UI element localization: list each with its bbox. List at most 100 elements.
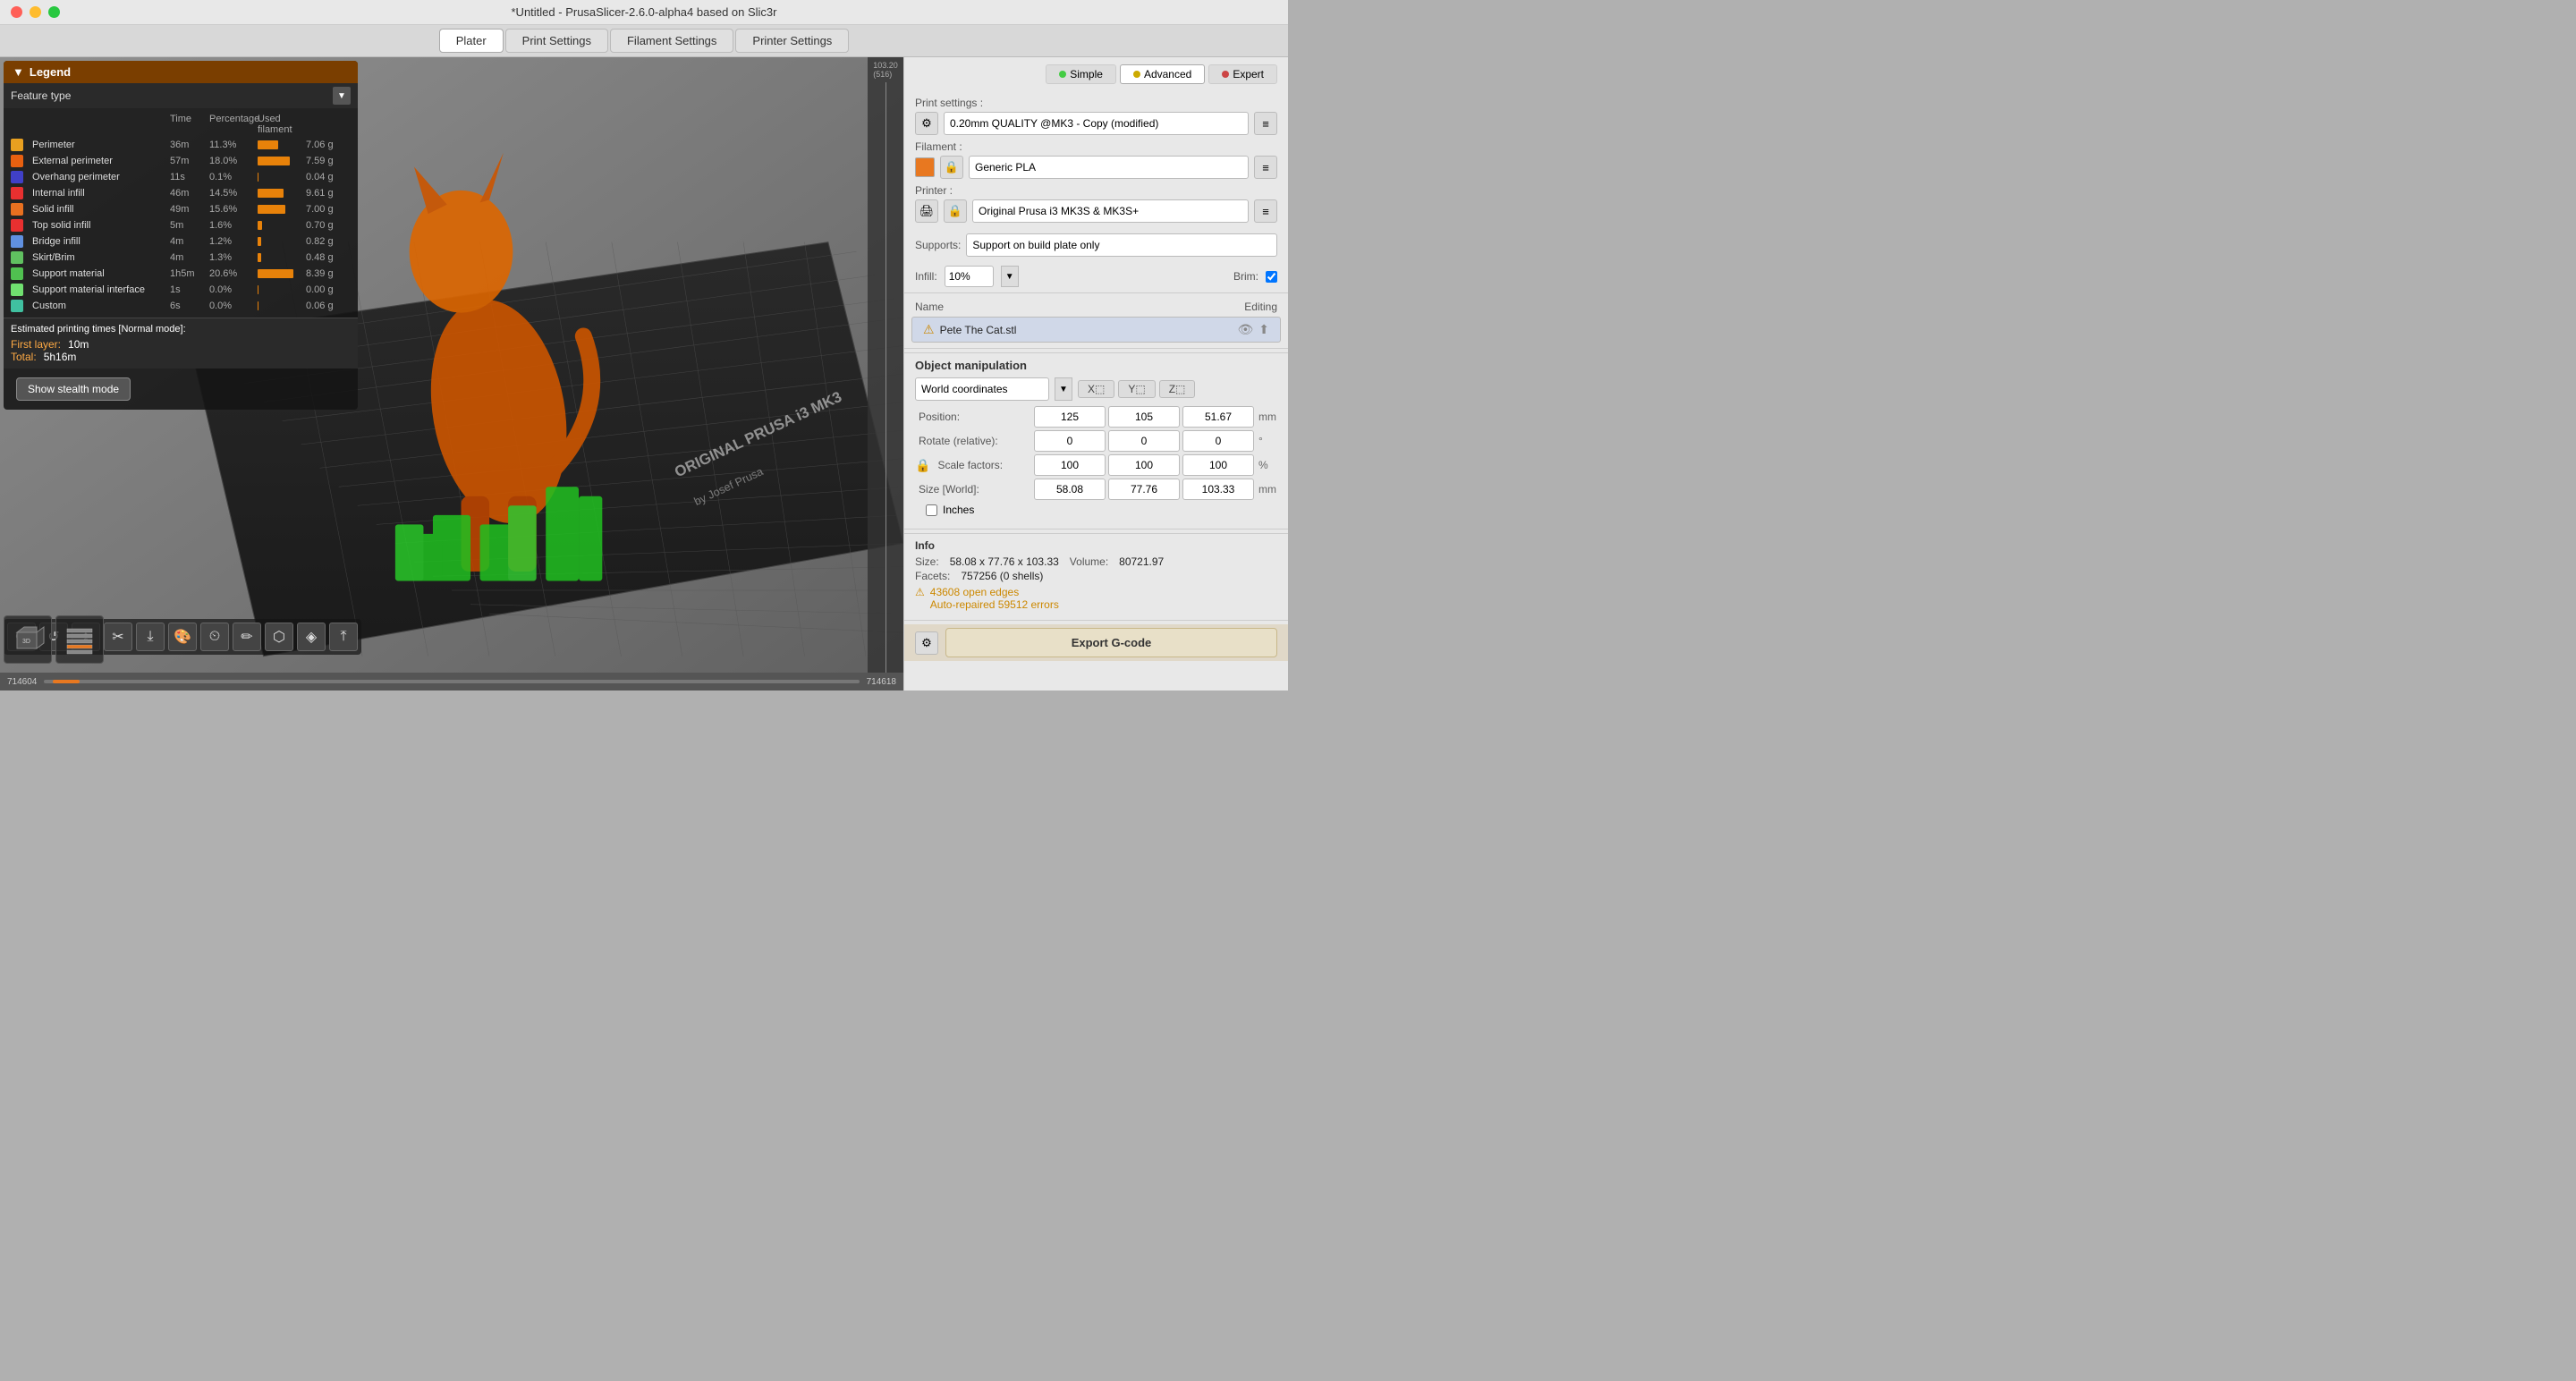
axis-y-btn[interactable]: Y⬚: [1118, 380, 1155, 398]
infill-dropdown-btn[interactable]: ▼: [1001, 266, 1019, 287]
size-y-input[interactable]: [1108, 479, 1180, 500]
scale-x-input[interactable]: [1034, 454, 1106, 476]
legend-row: Internal infill 46m 14.5% 9.61 g: [4, 185, 358, 201]
legend-row-label: External perimeter: [32, 156, 166, 166]
axis-x-btn[interactable]: X⬚: [1078, 380, 1114, 398]
mode-advanced[interactable]: Advanced: [1120, 64, 1205, 84]
printer-lock[interactable]: 🔒: [944, 199, 967, 223]
export-gcode-button[interactable]: Export G-code: [945, 628, 1277, 657]
legend-row-pct: 0.0%: [209, 301, 254, 311]
mode-expert[interactable]: Expert: [1208, 64, 1277, 84]
scale-unit: %: [1257, 459, 1288, 471]
tab-printer-settings[interactable]: Printer Settings: [735, 29, 849, 53]
mode-simple[interactable]: Simple: [1046, 64, 1116, 84]
print-settings-gear[interactable]: ⚙: [915, 112, 938, 135]
coord-selector-row: World coordinates ▼ X⬚ Y⬚ Z⬚: [915, 377, 1277, 401]
scale-lock-icon[interactable]: 🔒: [915, 458, 930, 473]
close-button[interactable]: [11, 6, 22, 18]
volume-label: Volume:: [1070, 555, 1108, 568]
pos-y-input[interactable]: [1108, 406, 1180, 428]
tool-place[interactable]: ⤓: [136, 623, 165, 651]
main-layout: ORIGINAL PRUSA i3 MK3 by Josef Prusa 103…: [0, 57, 1288, 690]
infill-label: Infill:: [915, 270, 937, 283]
window-title: *Untitled - PrusaSlicer-2.6.0-alpha4 bas…: [512, 5, 777, 19]
print-settings-config[interactable]: ≡: [1254, 112, 1277, 135]
tab-filament-settings[interactable]: Filament Settings: [610, 29, 733, 53]
scale-y-input[interactable]: [1108, 454, 1180, 476]
scale-label-row: 🔒 Scale factors:: [915, 458, 1031, 473]
filament-lock[interactable]: 🔒: [940, 156, 963, 179]
rot-x-input[interactable]: [1034, 430, 1106, 452]
filament-color-swatch[interactable]: [915, 157, 935, 177]
separator-1: [904, 292, 1288, 293]
legend-row: Solid infill 49m 15.6% 7.00 g: [4, 201, 358, 217]
size-x-input[interactable]: [1034, 479, 1106, 500]
advanced-dot: [1133, 71, 1140, 78]
layers-view-button[interactable]: [55, 615, 104, 664]
rotate-label: Rotate (relative):: [915, 435, 1031, 447]
filament-dropdown[interactable]: Generic PLA: [969, 156, 1249, 179]
print-settings-dropdown[interactable]: 0.20mm QUALITY @MK3 - Copy (modified): [944, 112, 1249, 135]
legend-row-weight: 7.00 g: [306, 204, 351, 215]
tool-hollow[interactable]: ⬡: [265, 623, 293, 651]
object-list-item[interactable]: ⚠ Pete The Cat.stl 👁 ⬆: [911, 317, 1281, 343]
tool-cut[interactable]: ✂: [104, 623, 132, 651]
supports-row: Supports: Support on build plate only: [915, 233, 1277, 257]
objects-header: Name Editing: [904, 297, 1288, 315]
legend-panel: ▼ Legend Feature type ▼ Time Percentage …: [4, 61, 358, 410]
maximize-button[interactable]: [48, 6, 60, 18]
minimize-button[interactable]: [30, 6, 41, 18]
tab-plater[interactable]: Plater: [439, 29, 504, 53]
first-layer-row: First layer: 10m: [11, 338, 351, 351]
inches-checkbox[interactable]: [926, 504, 937, 516]
legend-color-swatch: [11, 219, 23, 232]
facets-label: Facets:: [915, 570, 950, 582]
tool-export[interactable]: ⤒: [329, 623, 358, 651]
h-scrollbar[interactable]: [44, 680, 859, 683]
legend-row-time: 5m: [170, 220, 206, 231]
mode-simple-label: Simple: [1070, 68, 1103, 80]
rot-z-input[interactable]: [1182, 430, 1254, 452]
col-time: Time: [170, 114, 206, 135]
scale-z-input[interactable]: [1182, 454, 1254, 476]
mode-expert-label: Expert: [1233, 68, 1264, 80]
pos-z-input[interactable]: [1182, 406, 1254, 428]
volume-value: 80721.97: [1119, 555, 1164, 568]
first-layer-label: First layer:: [11, 338, 61, 351]
tab-print-settings[interactable]: Print Settings: [505, 29, 608, 53]
size-z-input[interactable]: [1182, 479, 1254, 500]
axis-z-btn[interactable]: Z⬚: [1159, 380, 1196, 398]
printer-dropdown[interactable]: Original Prusa i3 MK3S & MK3S+: [972, 199, 1249, 223]
pos-x-input[interactable]: [1034, 406, 1106, 428]
coord-dropdown-arrow[interactable]: ▼: [1055, 377, 1072, 401]
infill-input[interactable]: [945, 266, 994, 287]
export-settings-gear[interactable]: ⚙: [915, 631, 938, 655]
filament-config[interactable]: ≡: [1254, 156, 1277, 179]
h-scrollbar-thumb[interactable]: [53, 680, 80, 683]
supports-dropdown[interactable]: Support on build plate only: [966, 233, 1277, 257]
facets-row: Facets: 757256 (0 shells): [915, 570, 1277, 582]
tool-mesh[interactable]: ◈: [297, 623, 326, 651]
rot-y-input[interactable]: [1108, 430, 1180, 452]
col-used: Used filament: [258, 114, 302, 135]
tool-seam[interactable]: ✏: [233, 623, 261, 651]
tool-support[interactable]: ⏲: [200, 623, 229, 651]
stealth-mode-button[interactable]: Show stealth mode: [16, 377, 131, 401]
printer-config[interactable]: ≡: [1254, 199, 1277, 223]
tool-color[interactable]: 🎨: [168, 623, 197, 651]
eye-icon[interactable]: 👁: [1237, 322, 1253, 337]
warning-triangle-icon: ⚠: [915, 586, 925, 598]
object-export-icon[interactable]: ⬆: [1258, 322, 1269, 337]
feature-type-dropdown[interactable]: ▼: [333, 87, 351, 105]
ruler-left: 714604: [7, 677, 37, 687]
filament-row: 🔒 Generic PLA ≡: [915, 156, 1277, 179]
legend-row-time: 4m: [170, 236, 206, 247]
brim-checkbox[interactable]: [1266, 271, 1277, 283]
separator-4: [904, 620, 1288, 621]
legend-bar-cell: [258, 140, 302, 149]
view-cube-button[interactable]: 3D: [4, 615, 52, 664]
title-bar: *Untitled - PrusaSlicer-2.6.0-alpha4 bas…: [0, 0, 1288, 25]
legend-color-swatch: [11, 187, 23, 199]
world-coord-dropdown[interactable]: World coordinates: [915, 377, 1049, 401]
printer-icon-btn[interactable]: 🖨: [915, 199, 938, 223]
